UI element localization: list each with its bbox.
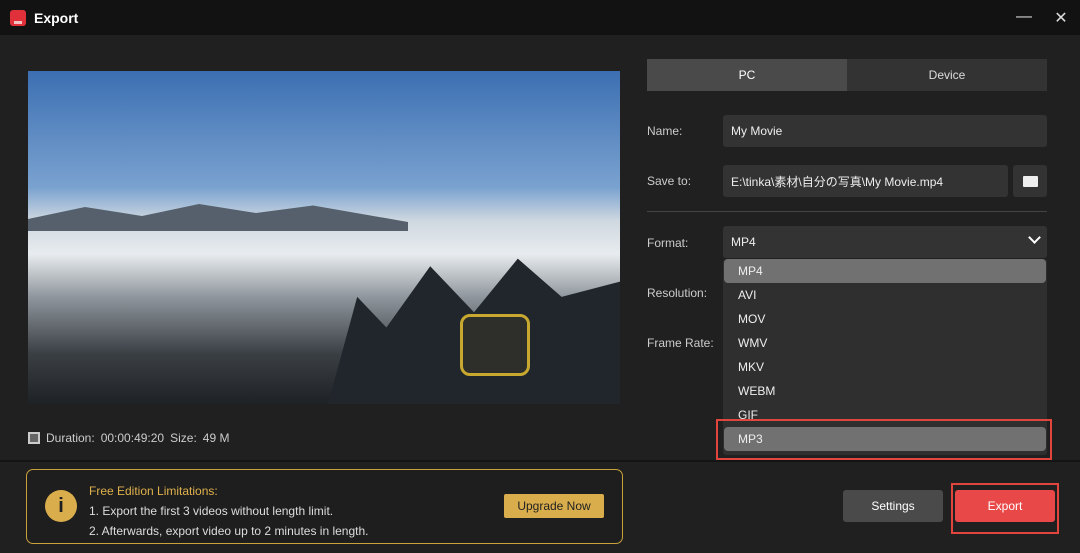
title-bar: Export — ✕ <box>0 0 1080 35</box>
format-option-webm[interactable]: WEBM <box>724 379 1046 403</box>
save-to-label: Save to: <box>647 174 692 188</box>
export-highlight-box <box>951 483 1059 534</box>
window-title: Export <box>34 9 79 26</box>
name-label: Name: <box>647 124 683 138</box>
duration-label: Duration: <box>46 431 95 445</box>
format-option-mkv[interactable]: MKV <box>724 355 1046 379</box>
footer-divider <box>0 460 1080 462</box>
target-tabs: PC Device <box>647 59 1047 91</box>
size-value: 49 M <box>202 431 230 445</box>
tab-device[interactable]: Device <box>847 59 1047 91</box>
upgrade-now-button[interactable]: Upgrade Now <box>504 494 604 518</box>
format-label: Format: <box>647 236 689 250</box>
format-value: MP4 <box>731 235 756 249</box>
minimize-button[interactable]: — <box>1014 8 1034 26</box>
format-option-avi[interactable]: AVI <box>724 283 1046 307</box>
format-option-mp4[interactable]: MP4 <box>724 259 1046 283</box>
app-logo-icon <box>10 9 26 26</box>
resolution-label: Resolution: <box>647 286 708 300</box>
divider <box>647 211 1047 212</box>
notice-line-2: 2. Afterwards, export video up to 2 minu… <box>89 524 369 538</box>
close-button[interactable]: ✕ <box>1051 8 1071 28</box>
notice-title: Free Edition Limitations: <box>89 484 218 498</box>
format-select[interactable]: MP4 <box>723 226 1047 258</box>
film-icon <box>28 432 40 444</box>
settings-button[interactable]: Settings <box>843 490 943 522</box>
preview-mountains <box>28 204 408 231</box>
size-label: Size: <box>170 431 197 445</box>
media-info: Duration: 00:00:49:20 Size: 49 M <box>28 431 229 445</box>
duration-value: 00:00:49:20 <box>100 431 165 445</box>
folder-icon <box>1022 175 1038 187</box>
format-option-mov[interactable]: MOV <box>724 307 1046 331</box>
free-edition-notice: i Free Edition Limitations: 1. Export th… <box>26 469 623 544</box>
save-path-input[interactable]: E:\tinka\素材\自分の写真\My Movie.mp4 <box>723 165 1008 197</box>
preview-gondola <box>460 314 530 376</box>
chevron-down-icon <box>1028 231 1041 244</box>
notice-line-1: 1. Export the first 3 videos without len… <box>89 504 334 518</box>
frame-rate-label: Frame Rate: <box>647 336 714 350</box>
browse-folder-button[interactable] <box>1013 165 1047 197</box>
info-icon: i <box>45 490 77 522</box>
name-input[interactable]: My Movie <box>723 115 1047 147</box>
tab-pc[interactable]: PC <box>647 59 847 91</box>
video-preview <box>28 71 620 404</box>
format-option-wmv[interactable]: WMV <box>724 331 1046 355</box>
mp3-highlight-box <box>716 419 1052 460</box>
